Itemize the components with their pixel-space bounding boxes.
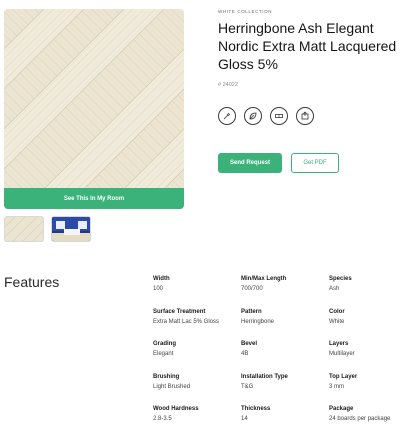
leaf-icon xyxy=(244,107,262,125)
spec-value: Light Brushed xyxy=(153,383,191,390)
plank-icon xyxy=(270,107,288,125)
spec-label: Layers xyxy=(329,341,349,347)
spec-value: 100 xyxy=(153,286,164,292)
spec-value: 2.8-3.5 xyxy=(153,416,172,422)
brush-icon xyxy=(218,107,236,125)
features-heading: Features xyxy=(4,274,60,290)
spec-value: White xyxy=(329,318,345,325)
spec-label: Min/Max Length xyxy=(241,276,287,282)
spec-item: Surface Treatment Extra Matt Lac 5% Gloss xyxy=(153,308,241,341)
spec-item: Top Layer 3 mm xyxy=(329,373,416,406)
spec-item: Wood Hardness 2.8-3.5 xyxy=(153,405,241,431)
spec-item: Brushing Light Brushed xyxy=(153,373,241,406)
spec-label: Package xyxy=(329,406,354,412)
send-request-button[interactable]: Send Request xyxy=(218,153,282,173)
spec-label: Thickness xyxy=(241,406,271,412)
see-in-my-room-button[interactable]: See This In My Room xyxy=(4,188,184,209)
spec-label: Brushing xyxy=(153,373,180,380)
spec-label: Pattern xyxy=(241,308,262,315)
product-sku: # 24022 xyxy=(218,82,238,88)
spec-value: T&G xyxy=(241,383,254,390)
collection-label: WHITE COLLECTION xyxy=(218,9,273,14)
get-pdf-button[interactable]: Get PDF xyxy=(291,153,339,173)
spec-value: Ash xyxy=(329,286,340,292)
spec-label: Species xyxy=(329,276,352,282)
thumbnail-floor-image xyxy=(5,217,43,241)
spec-grid: Width 100 Min/Max Length 700/700 Species As… xyxy=(153,275,416,431)
product-main-image[interactable]: See This In My Room xyxy=(4,9,184,209)
spec-label: Width xyxy=(153,276,170,282)
spec-label: Wood Hardness xyxy=(153,406,199,412)
herringbone-floor-image xyxy=(4,9,184,209)
spec-item: Width 100 xyxy=(153,275,241,308)
room-scene-thumbnail[interactable] xyxy=(51,216,91,242)
spec-item: Grading Elegant xyxy=(153,340,241,373)
feature-icons xyxy=(218,107,314,125)
spec-label: Installation Type xyxy=(241,373,288,380)
thumbnail-room-image xyxy=(52,217,90,241)
spec-item: Package 24 boards per package xyxy=(329,405,416,431)
spec-value: 14 xyxy=(241,416,248,422)
spec-label: Top Layer xyxy=(329,373,358,380)
spec-item: Thickness 14 xyxy=(241,405,329,431)
spec-label: Bevel xyxy=(241,341,258,347)
spec-value: Herringbone xyxy=(241,318,275,325)
package-icon xyxy=(296,107,314,125)
spec-label: Color xyxy=(329,308,345,315)
spec-value: Multilayer xyxy=(329,351,355,357)
spec-label: Surface Treatment xyxy=(153,308,206,315)
spec-value: 4B xyxy=(241,351,249,357)
product-title: Herringbone Ash Elegant Nordic Extra Mat… xyxy=(218,20,397,72)
spec-item: Min/Max Length 700/700 xyxy=(241,275,329,308)
spec-item: Layers Multilayer xyxy=(329,340,416,373)
spec-item: Color White xyxy=(329,308,416,341)
spec-label: Grading xyxy=(153,341,177,347)
spec-value: 3 mm xyxy=(329,383,344,390)
spec-value: 24 boards per package xyxy=(329,416,391,422)
spec-item: Species Ash xyxy=(329,275,416,308)
floor-texture-thumbnail[interactable] xyxy=(4,216,44,242)
spec-item: Bevel 4B xyxy=(241,340,329,373)
spec-item: Pattern Herringbone xyxy=(241,308,329,341)
spec-value: 700/700 xyxy=(241,286,263,292)
spec-value: Elegant xyxy=(153,351,174,357)
spec-value: Extra Matt Lac 5% Gloss xyxy=(153,318,220,325)
spec-item: Installation Type T&G xyxy=(241,373,329,406)
